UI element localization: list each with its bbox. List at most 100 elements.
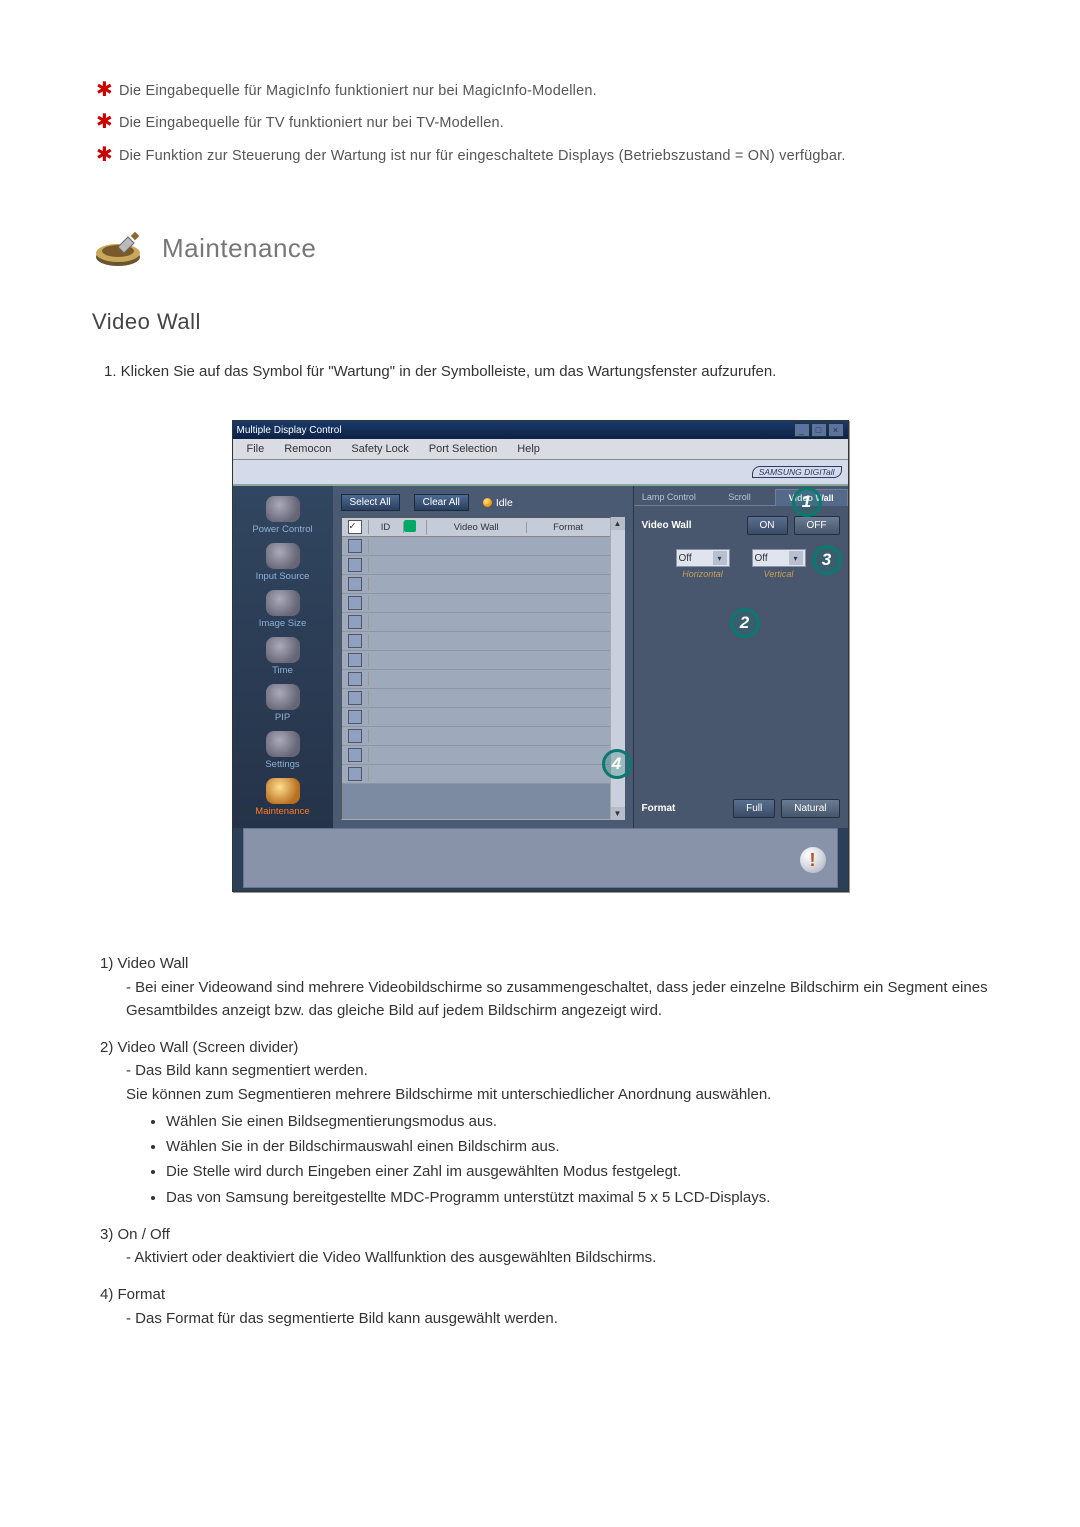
col-check[interactable]: ✓ <box>342 520 369 534</box>
table-row[interactable] <box>342 594 610 613</box>
display-grid: ✓ ID Video Wall Format <box>341 517 611 820</box>
sidebar-item-label: Input Source <box>256 571 310 582</box>
on-button[interactable]: ON <box>747 516 788 535</box>
vertical-label: Vertical <box>764 569 794 579</box>
table-row[interactable] <box>342 575 610 594</box>
menu-remocon[interactable]: Remocon <box>284 443 331 455</box>
menu-file[interactable]: File <box>247 443 265 455</box>
table-row[interactable] <box>342 689 610 708</box>
table-row[interactable] <box>342 746 610 765</box>
maximize-icon[interactable]: □ <box>811 423 827 437</box>
table-row[interactable] <box>342 632 610 651</box>
maintenance-icon <box>92 227 144 269</box>
menu-help[interactable]: Help <box>517 443 540 455</box>
bullet: Das von Samsung bereitgestellte MDC-Prog… <box>166 1186 988 1209</box>
table-row[interactable] <box>342 765 610 784</box>
sidebar-item-time[interactable]: Time <box>233 635 333 678</box>
callout-badge: 3 <box>812 545 842 575</box>
menu-safety-lock[interactable]: Safety Lock <box>351 443 408 455</box>
item-title: On / Off <box>118 1226 170 1243</box>
window-title: Multiple Display Control <box>237 425 342 436</box>
scroll-up-icon[interactable]: ▲ <box>611 517 625 530</box>
callout-badge: 2 <box>730 608 760 638</box>
horizontal-label: Horizontal <box>682 569 723 579</box>
sidebar: Power Control Input Source Image Size Ti… <box>233 486 333 828</box>
col-format[interactable]: Format <box>527 522 610 533</box>
sidebar-item-pip[interactable]: PIP <box>233 682 333 725</box>
item-line: - Bei einer Videowand sind mehrere Video… <box>126 976 988 1023</box>
table-row[interactable] <box>342 727 610 746</box>
item-line: - Das Bild kann segmentiert werden. <box>126 1059 988 1082</box>
sidebar-item-label: Time <box>272 665 293 676</box>
step-text: 1. Klicken Sie auf das Symbol für "Wartu… <box>104 363 988 380</box>
table-row[interactable] <box>342 708 610 727</box>
status-idle: Idle <box>483 497 513 509</box>
item-title: Video Wall (Screen divider) <box>118 1039 299 1056</box>
star-icon: ✱ <box>96 145 113 167</box>
right-panel: Lamp Control Scroll Video Wall Video Wal… <box>633 486 848 828</box>
panel-label-video-wall: Video Wall <box>642 520 692 531</box>
note: ✱ Die Eingabequelle für MagicInfo funktio… <box>96 80 988 102</box>
bullet: Wählen Sie in der Bildschirmauswahl eine… <box>166 1135 988 1158</box>
chevron-down-icon: ▾ <box>713 551 727 565</box>
item-title: Format <box>118 1286 166 1303</box>
scroll-down-icon[interactable]: ▼ <box>611 807 625 820</box>
list-item: 1) Video Wall - Bei einer Videowand sind… <box>100 952 988 1022</box>
chevron-down-icon: ▾ <box>789 551 803 565</box>
note-text: Die Eingabequelle für MagicInfo funktion… <box>119 80 597 102</box>
title-bar: Multiple Display Control _ □ × <box>233 421 848 439</box>
tab-lamp-control[interactable]: Lamp Control <box>634 489 705 506</box>
full-button[interactable]: Full <box>733 799 775 818</box>
sidebar-item-label: Power Control <box>252 524 312 535</box>
sidebar-item-maintenance[interactable]: Maintenance <box>233 776 333 819</box>
horizontal-select[interactable]: Off▾ <box>676 549 730 567</box>
sidebar-item-label: PIP <box>275 712 290 723</box>
star-icon: ✱ <box>96 112 113 134</box>
col-id[interactable]: ID <box>369 522 404 533</box>
exclamation-icon: ! <box>800 847 826 873</box>
vertical-select[interactable]: Off▾ <box>752 549 806 567</box>
table-row[interactable] <box>342 537 610 556</box>
menu-port-selection[interactable]: Port Selection <box>429 443 497 455</box>
brand-label: SAMSUNG DIGITall <box>752 466 842 478</box>
page-title: Video Wall <box>92 309 988 335</box>
col-video-wall[interactable]: Video Wall <box>427 522 527 533</box>
sidebar-item-label: Maintenance <box>255 806 309 817</box>
panel-label-format: Format <box>642 803 676 814</box>
table-row[interactable] <box>342 670 610 689</box>
bullet: Die Stelle wird durch Eingeben einer Zah… <box>166 1160 988 1183</box>
select-all-button[interactable]: Select All <box>341 494 400 511</box>
sidebar-item-input-source[interactable]: Input Source <box>233 541 333 584</box>
list-item: 3) On / Off - Aktiviert oder deaktiviert… <box>100 1223 988 1270</box>
table-row[interactable] <box>342 651 610 670</box>
sidebar-item-settings[interactable]: Settings <box>233 729 333 772</box>
tab-scroll[interactable]: Scroll <box>704 489 775 506</box>
bullet: Wählen Sie einen Bildsegmentierungsmodus… <box>166 1110 988 1133</box>
sidebar-item-power-control[interactable]: Power Control <box>233 494 333 537</box>
col-power[interactable] <box>404 520 427 535</box>
callout-badge: 4 <box>602 749 632 779</box>
off-button[interactable]: OFF <box>794 516 840 535</box>
note: ✱Die Eingabequelle für TV funktioniert n… <box>96 112 988 134</box>
status-label: Idle <box>496 497 513 509</box>
item-num: 2) <box>100 1039 113 1056</box>
star-icon: ✱ <box>96 80 113 102</box>
gear-icon <box>266 731 300 757</box>
clear-all-button[interactable]: Clear All <box>414 494 469 511</box>
note-text: Die Funktion zur Steuerung der Wartung i… <box>119 145 846 167</box>
minimize-icon[interactable]: _ <box>794 423 810 437</box>
sidebar-item-image-size[interactable]: Image Size <box>233 588 333 631</box>
clock-icon <box>266 637 300 663</box>
close-icon[interactable]: × <box>828 423 844 437</box>
menu-bar: File Remocon Safety Lock Port Selection … <box>233 439 848 460</box>
natural-button[interactable]: Natural <box>781 799 839 818</box>
power-icon <box>266 496 300 522</box>
item-num: 3) <box>100 1226 113 1243</box>
app-window: Multiple Display Control _ □ × File Remo… <box>232 420 849 892</box>
sidebar-item-label: Settings <box>265 759 299 770</box>
table-row[interactable] <box>342 556 610 575</box>
list-item: 4) Format - Das Format für das segmentie… <box>100 1283 988 1330</box>
pip-icon <box>266 684 300 710</box>
table-row[interactable] <box>342 613 610 632</box>
item-num: 1) <box>100 955 113 972</box>
